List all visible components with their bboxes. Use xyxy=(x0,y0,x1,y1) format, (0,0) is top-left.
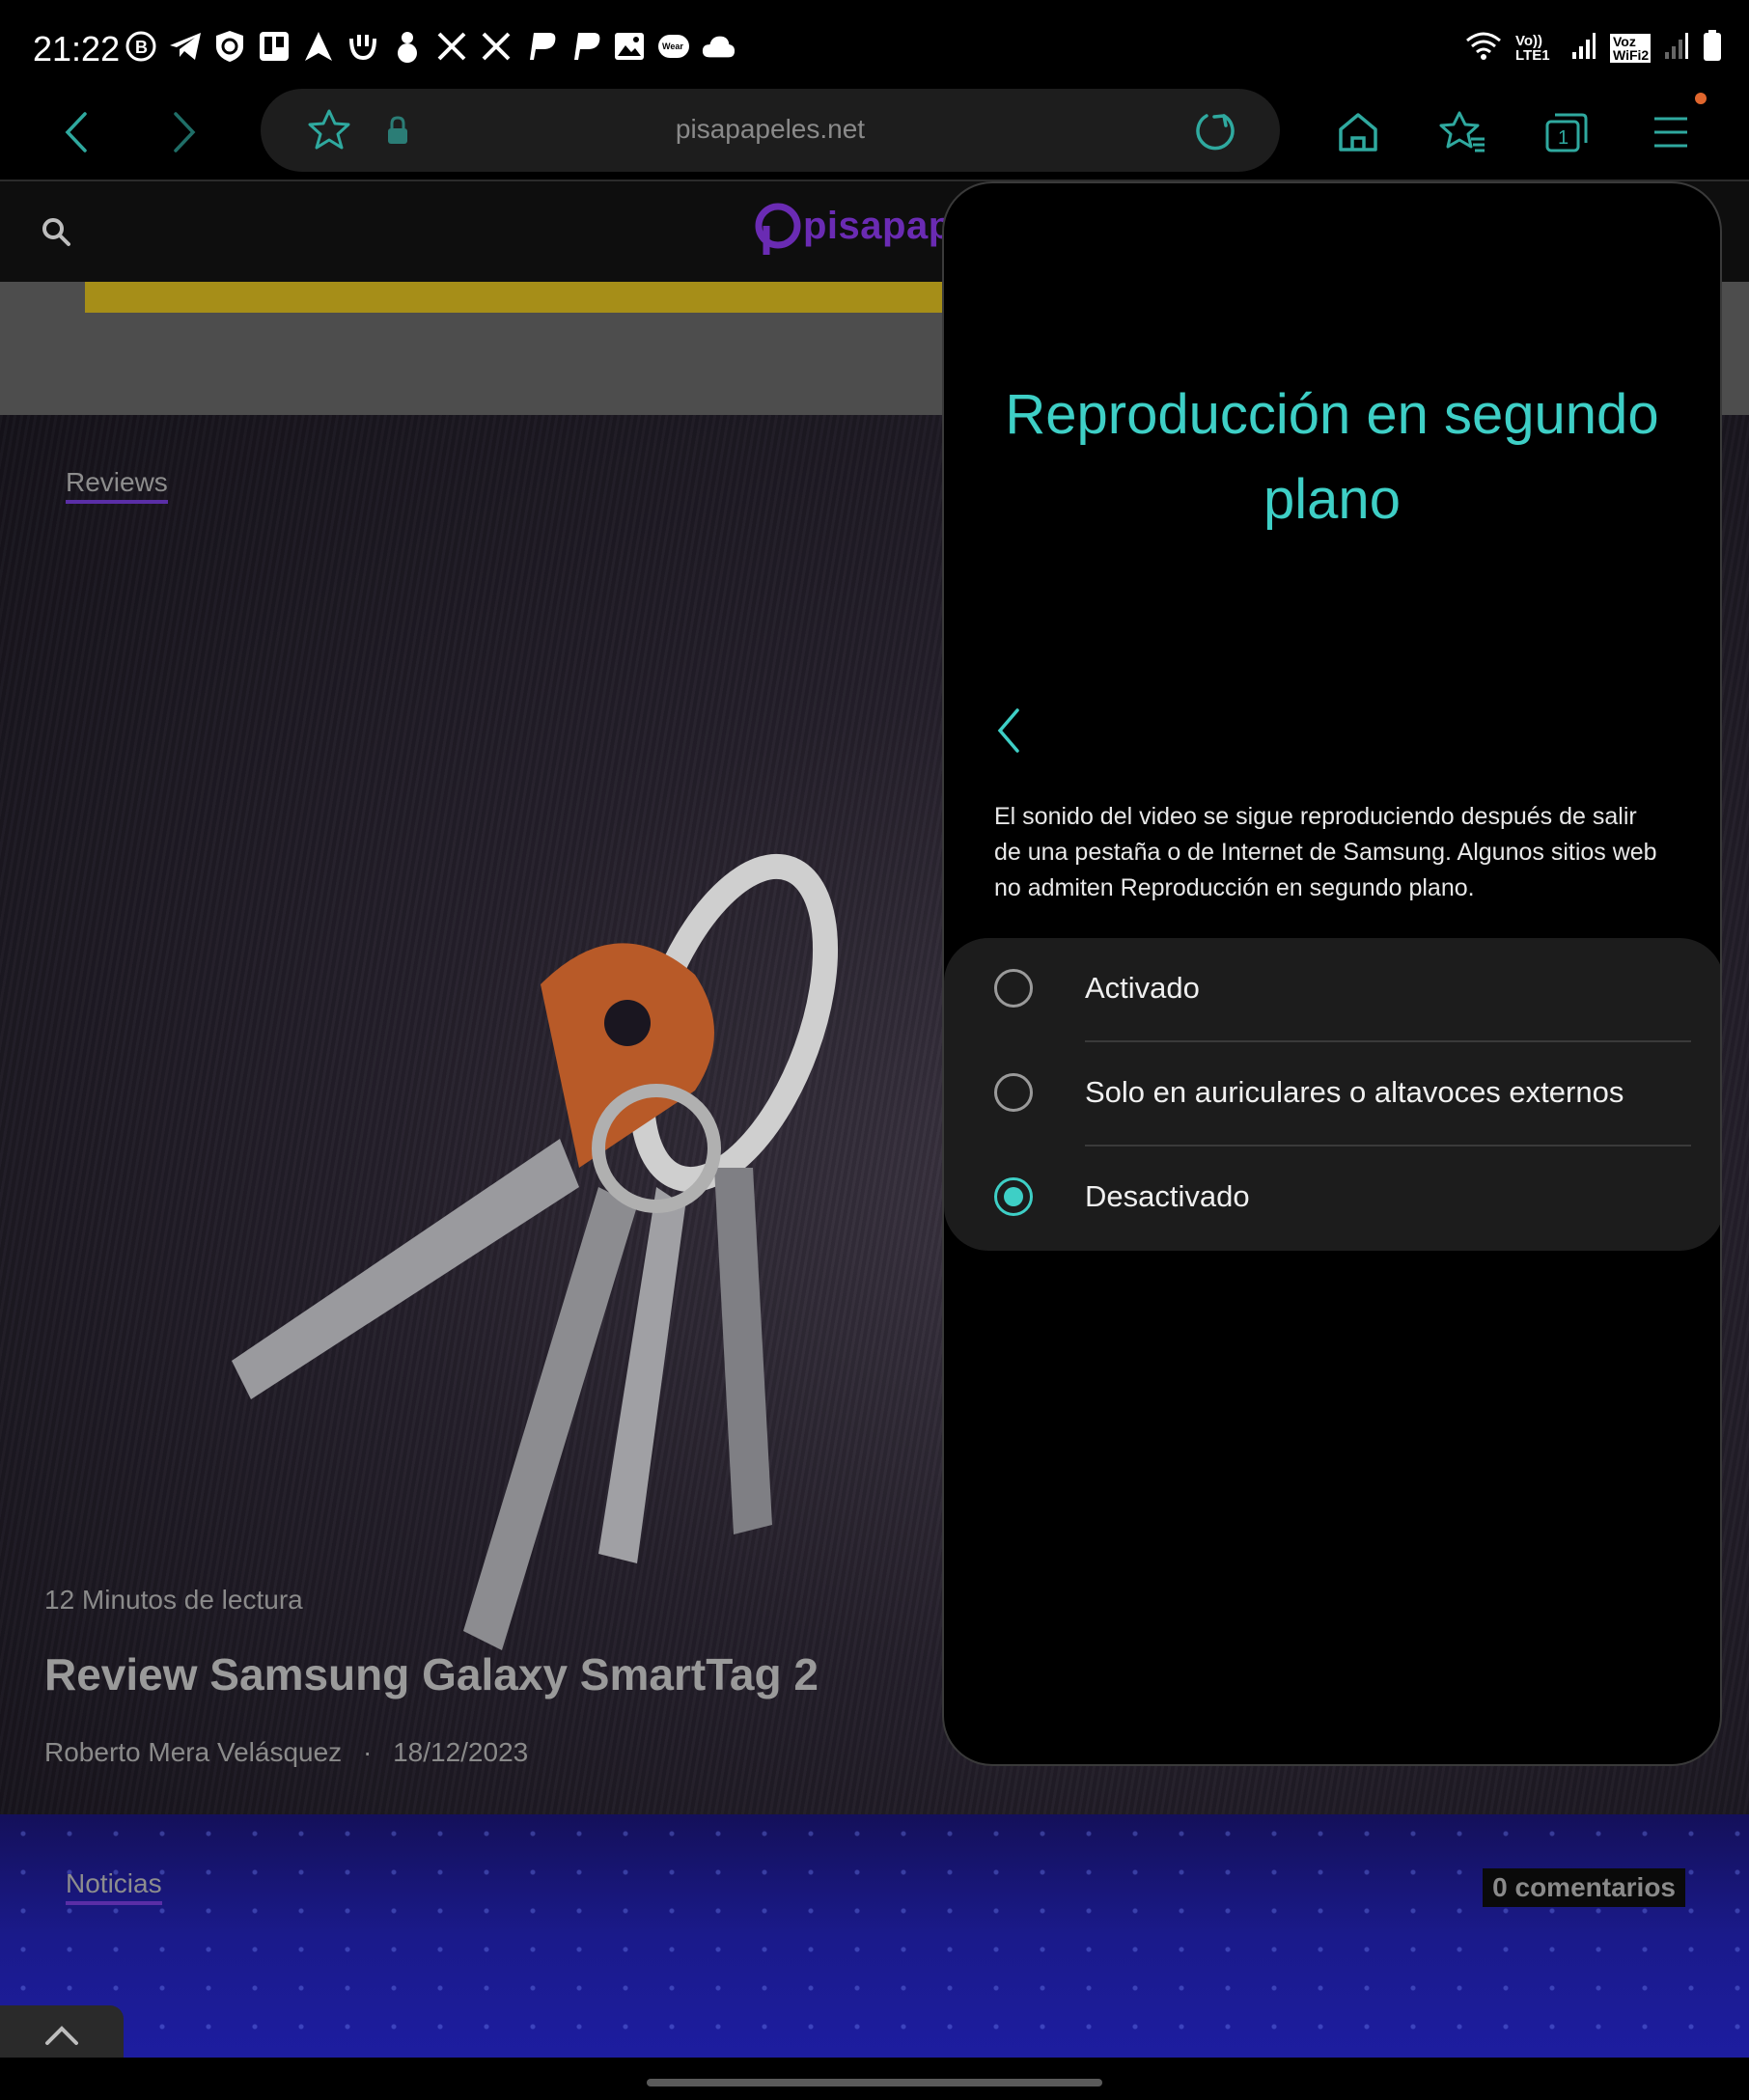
panel-description: El sonido del video se sigue reproducien… xyxy=(994,803,1657,901)
radio-button-selected[interactable] xyxy=(994,1177,1033,1216)
next-article-category-tag[interactable]: Noticias xyxy=(66,1868,162,1905)
svg-text:B: B xyxy=(135,38,148,57)
cloud-icon xyxy=(701,29,736,64)
bookmarks-button[interactable] xyxy=(1432,102,1492,162)
home-indicator[interactable] xyxy=(647,2079,1102,2086)
radio-button[interactable] xyxy=(994,1073,1033,1112)
article-date: 18/12/2023 xyxy=(393,1737,529,1767)
home-icon xyxy=(1339,113,1377,152)
tabs-button[interactable]: 1 xyxy=(1537,102,1596,162)
reload-icon xyxy=(1196,114,1235,151)
p-icon xyxy=(568,29,602,64)
signal-icon xyxy=(1664,31,1689,65)
x-icon xyxy=(434,29,469,64)
article-byline: Roberto Mera Velásquez · 18/12/2023 xyxy=(44,1737,528,1768)
navigation-icon xyxy=(301,29,336,64)
gallery-icon xyxy=(612,29,647,64)
volte-lte1-icon: Vo)) LTE1 xyxy=(1515,32,1550,64)
scroll-to-top-button[interactable] xyxy=(0,2005,124,2065)
option-activado[interactable]: Activado xyxy=(944,938,1720,1042)
radio-button[interactable] xyxy=(994,969,1033,1008)
tabs-icon: 1 xyxy=(1545,113,1588,152)
x-icon xyxy=(479,29,514,64)
article-read-time: 12 Minutos de lectura xyxy=(44,1585,303,1615)
option-label: Solo en auriculares o altavoces externos xyxy=(1085,1075,1624,1109)
notification-icons: B Wear xyxy=(124,29,736,64)
option-solo-auriculares[interactable]: Solo en auriculares o altavoces externos xyxy=(944,1042,1720,1147)
playback-options-list: Activado Solo en auriculares o altavoces… xyxy=(944,938,1720,1251)
chevron-left-icon xyxy=(65,112,87,152)
reload-button[interactable] xyxy=(1193,108,1237,157)
b-circle-icon: B xyxy=(124,29,158,64)
menu-button[interactable] xyxy=(1641,102,1701,162)
forward-button[interactable] xyxy=(154,102,214,162)
chevron-up-icon xyxy=(45,2026,78,2045)
article-category-tag[interactable]: Reviews xyxy=(66,467,168,504)
trello-icon xyxy=(257,29,292,64)
p-icon xyxy=(523,29,558,64)
comments-count-badge[interactable]: 0 comentarios xyxy=(1483,1868,1685,1907)
bookmarks-star-list-icon xyxy=(1439,111,1485,152)
shield-icon xyxy=(212,29,247,64)
svg-text:1: 1 xyxy=(1558,127,1569,149)
site-search-button[interactable] xyxy=(41,216,71,252)
next-article-card[interactable] xyxy=(0,1814,1749,2058)
browser-toolbar: pisapapeles.net 1 xyxy=(0,85,1749,181)
background-playback-panel: Reproducción en segundo plano El sonido … xyxy=(942,181,1722,1766)
mi-icon xyxy=(346,29,380,64)
url-text: pisapapeles.net xyxy=(675,114,866,144)
option-desactivado[interactable]: Desactivado xyxy=(944,1147,1720,1251)
search-icon xyxy=(42,218,70,246)
chevron-left-icon xyxy=(997,708,1019,753)
menu-notification-dot xyxy=(1695,93,1707,104)
home-button[interactable] xyxy=(1328,102,1388,162)
wifi6-icon xyxy=(1465,29,1502,67)
article-title[interactable]: Review Samsung Galaxy SmartTag 2 xyxy=(44,1648,819,1700)
status-bar: 21:22 B Wear Vo)) LTE1 Voz WiFi2 xyxy=(0,0,1749,85)
voz-wifi2-icon: Voz WiFi2 xyxy=(1610,33,1651,63)
option-label: Desactivado xyxy=(1085,1179,1250,1213)
hamburger-menu-icon xyxy=(1654,117,1687,148)
back-button[interactable] xyxy=(46,102,106,162)
signal-icon xyxy=(1571,31,1596,65)
article-author[interactable]: Roberto Mera Velásquez xyxy=(44,1737,342,1767)
wear-icon: Wear xyxy=(656,29,691,64)
chevron-right-icon xyxy=(174,112,196,152)
pisapapeles-logo-icon xyxy=(755,203,801,255)
option-label: Activado xyxy=(1085,971,1200,1005)
system-status-icons: Vo)) LTE1 Voz WiFi2 xyxy=(1465,29,1722,67)
panel-title: Reproducción en segundo plano xyxy=(1005,383,1659,531)
wear-label: Wear xyxy=(662,41,683,51)
telegram-icon xyxy=(168,29,203,64)
panel-back-button[interactable] xyxy=(994,706,1039,760)
address-bar[interactable]: pisapapeles.net xyxy=(261,89,1280,172)
byline-separator: · xyxy=(362,1737,373,1767)
ad-banner[interactable] xyxy=(85,282,954,313)
status-time: 21:22 xyxy=(33,29,121,69)
snowman-icon xyxy=(390,29,425,64)
battery-icon xyxy=(1703,29,1722,67)
